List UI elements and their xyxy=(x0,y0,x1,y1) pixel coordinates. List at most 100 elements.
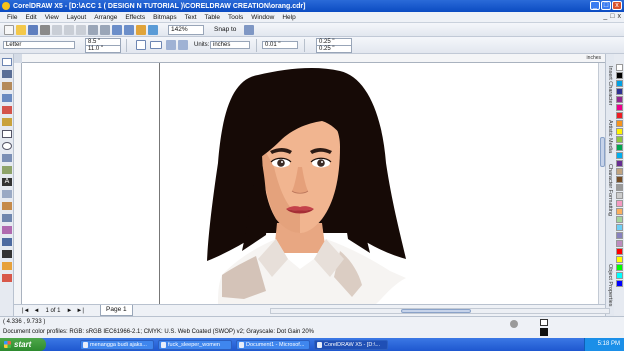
doc-minimize-button[interactable]: _ xyxy=(603,13,607,20)
color-swatch[interactable] xyxy=(615,184,623,191)
close-button[interactable]: x xyxy=(612,1,622,10)
taskbar-item[interactable]: menangga budi ajaks... xyxy=(80,339,154,350)
interactive-fill-tool-icon[interactable] xyxy=(2,274,12,282)
drawing-canvas[interactable] xyxy=(22,63,598,304)
text-tool-icon[interactable]: A xyxy=(2,178,12,186)
options-icon[interactable] xyxy=(244,24,255,35)
menu-view[interactable]: View xyxy=(41,14,63,21)
import-icon[interactable] xyxy=(112,24,122,35)
crop-tool-icon[interactable] xyxy=(2,82,12,90)
last-page-icon[interactable]: ►| xyxy=(76,308,84,314)
print-icon[interactable] xyxy=(40,24,50,35)
color-swatch[interactable] xyxy=(615,64,623,71)
next-page-icon[interactable]: ► xyxy=(66,308,72,314)
previous-page-icon[interactable]: ◄ xyxy=(34,308,40,314)
zoom-tool-icon[interactable] xyxy=(2,94,12,102)
duplicate-y-field[interactable]: 0.25 " xyxy=(316,45,352,53)
color-swatch[interactable] xyxy=(615,232,623,239)
welcome-screen-icon[interactable] xyxy=(148,24,158,35)
color-swatch[interactable] xyxy=(615,128,623,135)
outline-tool-icon[interactable] xyxy=(2,250,12,258)
fill-tool-icon[interactable] xyxy=(2,262,12,270)
menu-table[interactable]: Table xyxy=(201,14,225,21)
ellipse-tool-icon[interactable] xyxy=(2,142,12,150)
color-swatch[interactable] xyxy=(615,248,623,255)
color-swatch[interactable] xyxy=(615,168,623,175)
color-swatch[interactable] xyxy=(615,224,623,231)
color-swatch[interactable] xyxy=(615,280,623,287)
start-button[interactable]: start xyxy=(0,338,46,351)
portrait-icon[interactable] xyxy=(136,40,146,50)
landscape-icon[interactable] xyxy=(150,41,162,49)
taskbar-item[interactable]: Document1 - Microsof... xyxy=(236,339,310,350)
color-swatch[interactable] xyxy=(615,264,623,271)
page-height-field[interactable]: 11.0 " xyxy=(85,45,121,53)
color-swatch[interactable] xyxy=(615,80,623,87)
redo-icon[interactable] xyxy=(100,24,110,35)
fill-none-swatch[interactable] xyxy=(540,319,548,326)
horizontal-scrollbar[interactable] xyxy=(270,308,610,314)
polygon-tool-icon[interactable] xyxy=(2,154,12,162)
color-swatch[interactable] xyxy=(615,208,623,215)
new-document-icon[interactable] xyxy=(4,24,14,35)
cut-icon[interactable] xyxy=(52,24,62,35)
doc-close-button[interactable]: x xyxy=(618,13,622,20)
freehand-tool-icon[interactable] xyxy=(2,106,12,114)
minimize-button[interactable]: _ xyxy=(590,1,600,10)
menu-window[interactable]: Window xyxy=(247,14,278,21)
color-swatch[interactable] xyxy=(615,256,623,263)
open-icon[interactable] xyxy=(16,24,26,35)
color-swatch[interactable] xyxy=(615,72,623,79)
smart-fill-tool-icon[interactable] xyxy=(2,118,12,126)
color-swatch[interactable] xyxy=(615,160,623,167)
woman-portrait-vector-illustration[interactable] xyxy=(22,63,598,304)
maximize-button[interactable]: □ xyxy=(601,1,611,10)
connector-tool-icon[interactable] xyxy=(2,214,12,222)
vertical-scrollbar[interactable] xyxy=(598,63,605,304)
color-swatch[interactable] xyxy=(615,136,623,143)
menu-arrange[interactable]: Arrange xyxy=(90,14,121,21)
copy-icon[interactable] xyxy=(64,24,74,35)
dimension-tool-icon[interactable] xyxy=(2,202,12,210)
first-page-icon[interactable]: |◄ xyxy=(22,308,30,314)
nudge-distance-field[interactable]: 0.01 " xyxy=(262,41,298,49)
taskbar-item-active[interactable]: CorelDRAW X5 - [D:\... xyxy=(314,339,388,350)
docker-tab-object-properties[interactable]: Object Properties xyxy=(607,264,613,307)
color-swatch[interactable] xyxy=(615,144,623,151)
application-launcher-icon[interactable] xyxy=(136,24,146,35)
horizontal-scroll-thumb[interactable] xyxy=(401,309,471,313)
color-profiles-info[interactable]: Document color profiles: RGB: sRGB IEC61… xyxy=(3,329,314,335)
color-swatch[interactable] xyxy=(615,104,623,111)
doc-restore-button[interactable]: □ xyxy=(610,13,614,20)
basic-shapes-tool-icon[interactable] xyxy=(2,166,12,174)
undo-icon[interactable] xyxy=(88,24,98,35)
color-swatch[interactable] xyxy=(615,216,623,223)
menu-edit[interactable]: Edit xyxy=(21,14,40,21)
color-swatch[interactable] xyxy=(615,96,623,103)
color-swatch[interactable] xyxy=(615,192,623,199)
pick-tool-icon[interactable] xyxy=(2,58,12,66)
menu-help[interactable]: Help xyxy=(278,14,299,21)
color-swatch[interactable] xyxy=(615,88,623,95)
fill-indicator-icon[interactable] xyxy=(510,320,518,328)
outline-color-swatch[interactable] xyxy=(540,328,548,336)
menu-effects[interactable]: Effects xyxy=(121,14,149,21)
table-tool-icon[interactable] xyxy=(2,190,12,198)
snap-to-dropdown[interactable]: Snap to xyxy=(214,26,236,33)
menu-bitmaps[interactable]: Bitmaps xyxy=(149,14,180,21)
menu-tools[interactable]: Tools xyxy=(224,14,247,21)
paper-size-dropdown[interactable]: Letter xyxy=(3,41,75,49)
shape-tool-icon[interactable] xyxy=(2,70,12,78)
color-swatch[interactable] xyxy=(615,112,623,119)
color-swatch[interactable] xyxy=(615,240,623,247)
eyedropper-tool-icon[interactable] xyxy=(2,238,12,246)
menu-text[interactable]: Text xyxy=(181,14,201,21)
docker-tab-character-formatting[interactable]: Character Formatting xyxy=(607,164,613,216)
all-pages-icon[interactable] xyxy=(166,40,176,50)
current-page-icon[interactable] xyxy=(178,40,188,50)
color-swatch[interactable] xyxy=(615,272,623,279)
docker-tab-artistic-media[interactable]: Artistic Media xyxy=(607,120,613,153)
docker-tab-insert-character[interactable]: Insert Character xyxy=(607,66,613,105)
page-tab[interactable]: Page 1 xyxy=(100,305,133,316)
taskbar-item[interactable]: fuck_sleeper_women xyxy=(158,339,232,350)
